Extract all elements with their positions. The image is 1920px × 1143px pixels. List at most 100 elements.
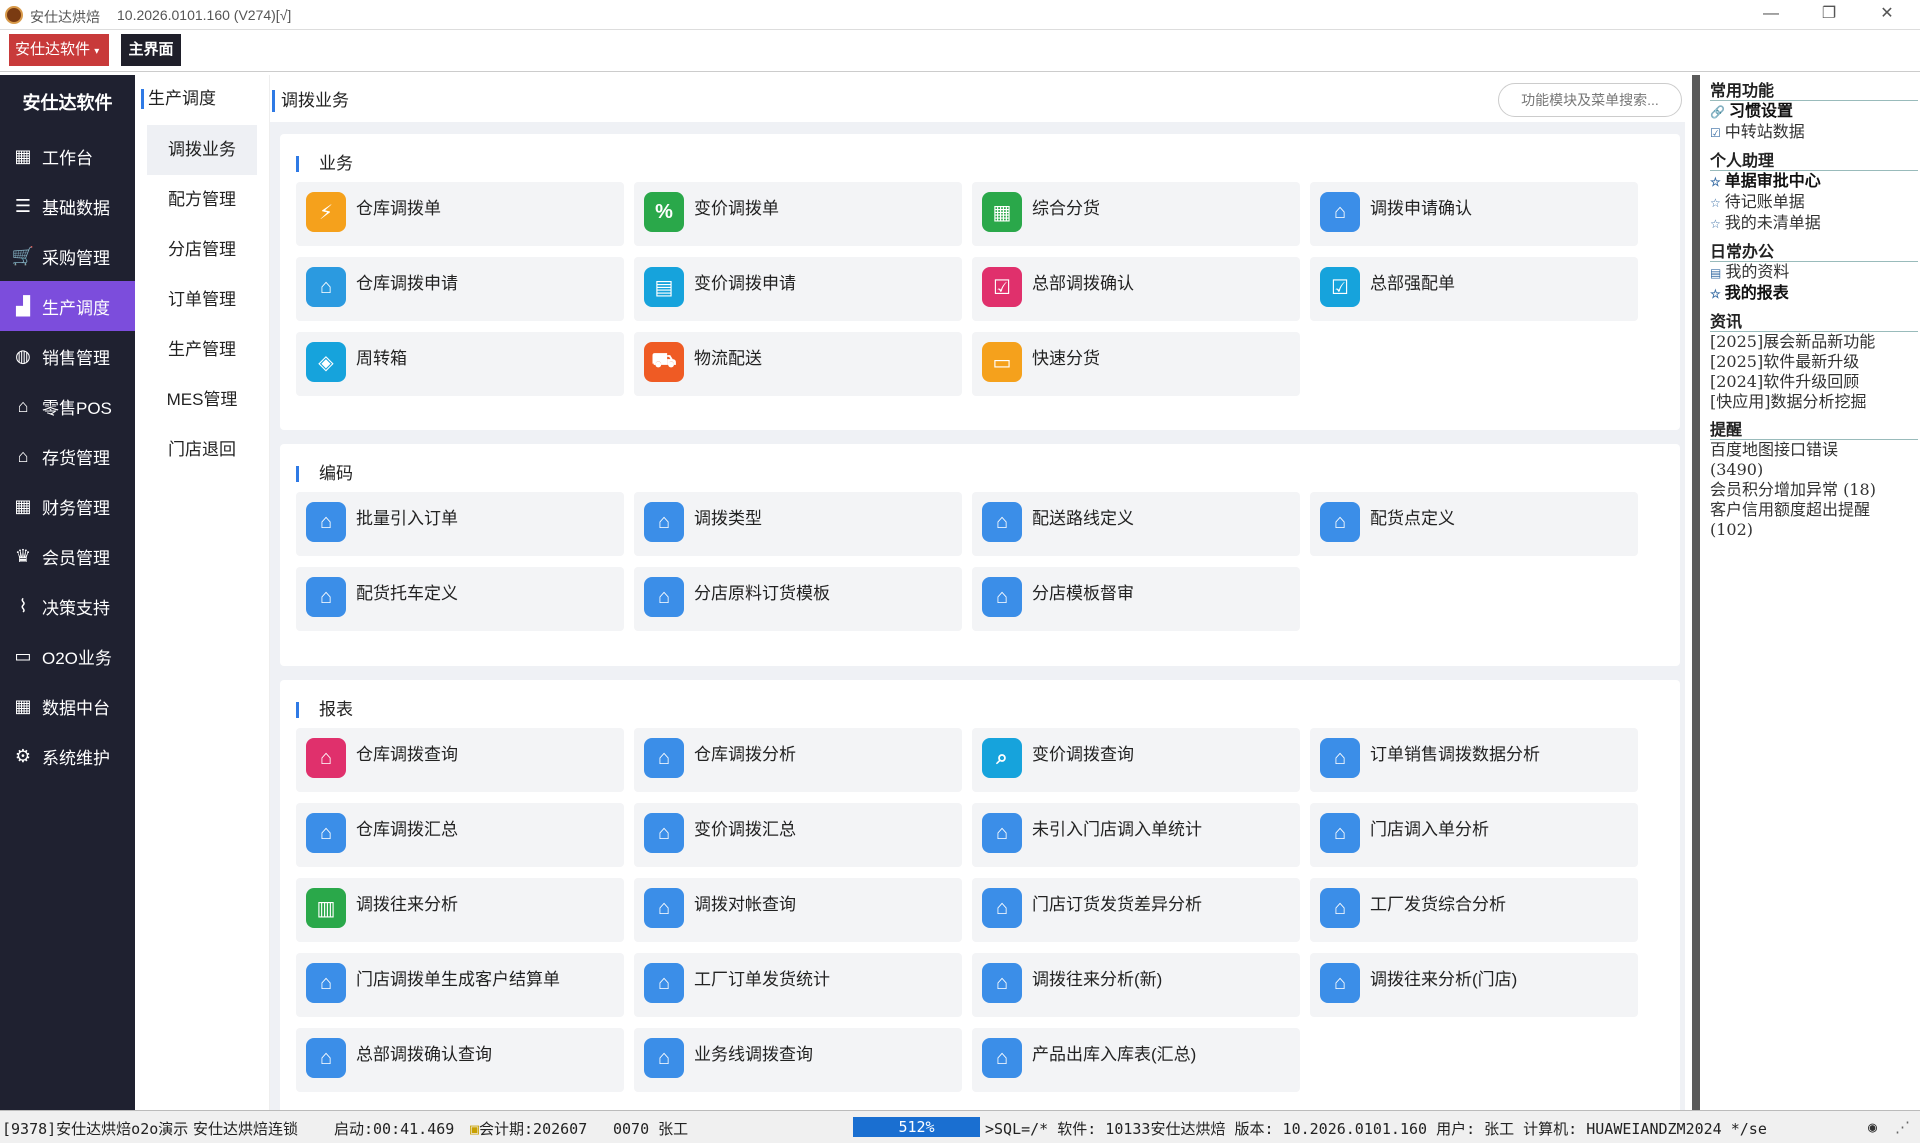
factory-icon: ▟ [16, 295, 30, 316]
panel-link-remind[interactable]: (3490) [1710, 460, 1920, 480]
function-card[interactable]: ⌂ 分店原料订货模板 [634, 567, 962, 631]
function-card[interactable]: ⌂ 门店订货发货差异分析 [972, 878, 1300, 942]
function-card[interactable]: ⌂ 仓库调拨分析 [634, 728, 962, 792]
module-icon: ⌂ [306, 502, 346, 542]
sidebar-item-0[interactable]: ▦ 工作台 [0, 131, 135, 181]
sub-nav-item[interactable]: 调拨业务 [147, 125, 257, 175]
function-card[interactable]: ⌂ 调拨申请确认 [1310, 182, 1638, 246]
sidebar-item-9[interactable]: ⌇ 决策支持 [0, 581, 135, 631]
minimize-button[interactable]: — [1742, 0, 1800, 30]
status-period: ▣会计期:202607 [470, 1118, 587, 1139]
panel-link-common[interactable]: 🔗 习惯设置 [1710, 101, 1920, 122]
function-card[interactable]: ⌂ 仓库调拨申请 [296, 257, 624, 321]
function-card[interactable]: % 变价调拨单 [634, 182, 962, 246]
panel-link-common[interactable]: ☑ 中转站数据 [1710, 122, 1920, 143]
panel-link-remind[interactable]: 客户信用额度超出提醒 [1710, 500, 1920, 520]
close-button[interactable]: ✕ [1858, 0, 1916, 30]
sub-nav-item[interactable]: MES管理 [147, 375, 257, 425]
panel-link-assistant[interactable]: ☆ 单据审批中心 [1710, 171, 1920, 192]
sidebar-item-10[interactable]: ▭ O2O业务 [0, 631, 135, 681]
function-card[interactable]: ▥ 调拨往来分析 [296, 878, 624, 942]
function-card[interactable]: ☑ 总部强配单 [1310, 257, 1638, 321]
sidebar-item-3[interactable]: ▟ 生产调度 [0, 281, 135, 331]
function-card[interactable]: ⌂ 总部调拨确认查询 [296, 1028, 624, 1092]
module-icon: ⌂ [1320, 502, 1360, 542]
search-input[interactable]: 功能模块及菜单搜索... [1498, 83, 1682, 117]
function-card[interactable]: ◈ 周转箱 [296, 332, 624, 396]
module-icon: ⌂ [644, 813, 684, 853]
status-sql: >SQL=/* 软件: 10133安仕达烘焙 版本: 10.2026.0101.… [985, 1120, 1767, 1138]
sidebar-item-8[interactable]: ♛ 会员管理 [0, 531, 135, 581]
function-card[interactable]: ⌂ 未引入门店调入单统计 [972, 803, 1300, 867]
page-title: 调拨业务 [272, 90, 349, 112]
function-card[interactable]: ⌂ 配送路线定义 [972, 492, 1300, 556]
function-card[interactable]: ⌂ 仓库调拨查询 [296, 728, 624, 792]
function-card[interactable]: ⌂ 调拨往来分析(新) [972, 953, 1300, 1017]
function-card[interactable]: ⌂ 配货托车定义 [296, 567, 624, 631]
function-card-label: 变价调拨申请 [694, 274, 796, 293]
sidebar-item-6[interactable]: ⌂ 存货管理 [0, 431, 135, 481]
sidebar-item-4[interactable]: ◍ 销售管理 [0, 331, 135, 381]
function-card-label: 综合分货 [1032, 199, 1100, 218]
sub-nav-item[interactable]: 配方管理 [147, 175, 257, 225]
function-card[interactable]: ⌂ 门店调拨单生成客户结算单 [296, 953, 624, 1017]
sub-nav-item[interactable]: 订单管理 [147, 275, 257, 325]
function-card[interactable]: ⌂ 批量引入订单 [296, 492, 624, 556]
panel-link-news[interactable]: [2025]展会新品新功能 [1710, 332, 1920, 352]
sub-nav-item[interactable]: 生产管理 [147, 325, 257, 375]
panel-link-label: (3490) [1710, 460, 1764, 479]
panel-link-assistant[interactable]: ☆ 我的未清单据 [1710, 213, 1920, 234]
restore-button[interactable]: ❐ [1800, 0, 1858, 30]
function-card[interactable]: ▦ 综合分货 [972, 182, 1300, 246]
function-card[interactable]: ☑ 总部调拨确认 [972, 257, 1300, 321]
panel-link-news[interactable]: [快应用]数据分析挖掘 [1710, 392, 1920, 412]
function-card[interactable]: ⌂ 产品出库入库表(汇总) [972, 1028, 1300, 1092]
sub-nav-item[interactable]: 分店管理 [147, 225, 257, 275]
sidebar-item-2[interactable]: 🛒 采购管理 [0, 231, 135, 281]
function-card[interactable]: ⌂ 工厂发货综合分析 [1310, 878, 1638, 942]
status-company: [9378]安仕达烘焙o2o演示 [2, 1120, 189, 1138]
function-card[interactable]: ▭ 快速分货 [972, 332, 1300, 396]
function-card[interactable]: ⌂ 仓库调拨汇总 [296, 803, 624, 867]
function-card[interactable]: ⌂ 变价调拨汇总 [634, 803, 962, 867]
panel-link-news[interactable]: [2024]软件升级回顾 [1710, 372, 1920, 392]
module-icon: ⌂ [644, 502, 684, 542]
function-card[interactable]: ▤ 变价调拨申请 [634, 257, 962, 321]
function-card[interactable]: ⌂ 调拨往来分析(门店) [1310, 953, 1638, 1017]
function-card[interactable]: ⌂ 门店调入单分析 [1310, 803, 1638, 867]
function-card-label: 总部强配单 [1370, 274, 1455, 293]
sidebar-item-12[interactable]: ⚙ 系统维护 [0, 731, 135, 781]
panel-link-remind[interactable]: 会员积分增加异常 (18) [1710, 480, 1920, 500]
status-bar: [9378]安仕达烘焙o2o演示 安仕达烘焙连锁 启动:00:41.469 ▣会… [0, 1110, 1920, 1143]
function-card[interactable]: ⌂ 工厂订单发货统计 [634, 953, 962, 1017]
function-card[interactable]: ⌕ 变价调拨查询 [972, 728, 1300, 792]
panel-link-assistant[interactable]: ☆ 待记账单据 [1710, 192, 1920, 213]
function-card[interactable]: ⌂ 业务线调拨查询 [634, 1028, 962, 1092]
sidebar-item-7[interactable]: ▦ 财务管理 [0, 481, 135, 531]
panel-link-news[interactable]: [2025]软件最新升级 [1710, 352, 1920, 372]
function-card[interactable]: ⌂ 分店模板督审 [972, 567, 1300, 631]
main-menu-button[interactable]: 安仕达软件 ▾ [9, 34, 109, 66]
function-card[interactable]: ⌂ 配货点定义 [1310, 492, 1638, 556]
panel-link-remind[interactable]: 百度地图接口错误 [1710, 440, 1920, 460]
sub-nav-item[interactable]: 门店退回 [147, 425, 257, 475]
sidebar-item-5[interactable]: ⌂ 零售POS [0, 381, 135, 431]
function-card-label: 配货托车定义 [356, 584, 458, 603]
sidebar-item-1[interactable]: ☰ 基础数据 [0, 181, 135, 231]
function-card[interactable]: ⌂ 调拨类型 [634, 492, 962, 556]
function-card-label: 仓库调拨单 [356, 199, 441, 218]
panel-link-office[interactable]: ▤ 我的资料 [1710, 262, 1920, 283]
function-card[interactable]: ⌂ 调拨对帐查询 [634, 878, 962, 942]
module-icon: % [644, 192, 684, 232]
function-card[interactable]: ⛟ 物流配送 [634, 332, 962, 396]
module-icon: ⌕ [982, 738, 1022, 778]
module-icon: ⌂ [982, 963, 1022, 1003]
tab-home[interactable]: 主界面 [121, 34, 181, 66]
function-card[interactable]: ⚡ 仓库调拨单 [296, 182, 624, 246]
function-card[interactable]: ⌂ 订单销售调拨数据分析 [1310, 728, 1638, 792]
panel-link-office[interactable]: ☆ 我的报表 [1710, 283, 1920, 304]
panel-link-remind[interactable]: (102) [1710, 520, 1920, 540]
module-icon: ⌂ [1320, 813, 1360, 853]
qq-icon[interactable]: ◉ [1868, 1118, 1877, 1136]
sidebar-item-11[interactable]: ▦ 数据中台 [0, 681, 135, 731]
